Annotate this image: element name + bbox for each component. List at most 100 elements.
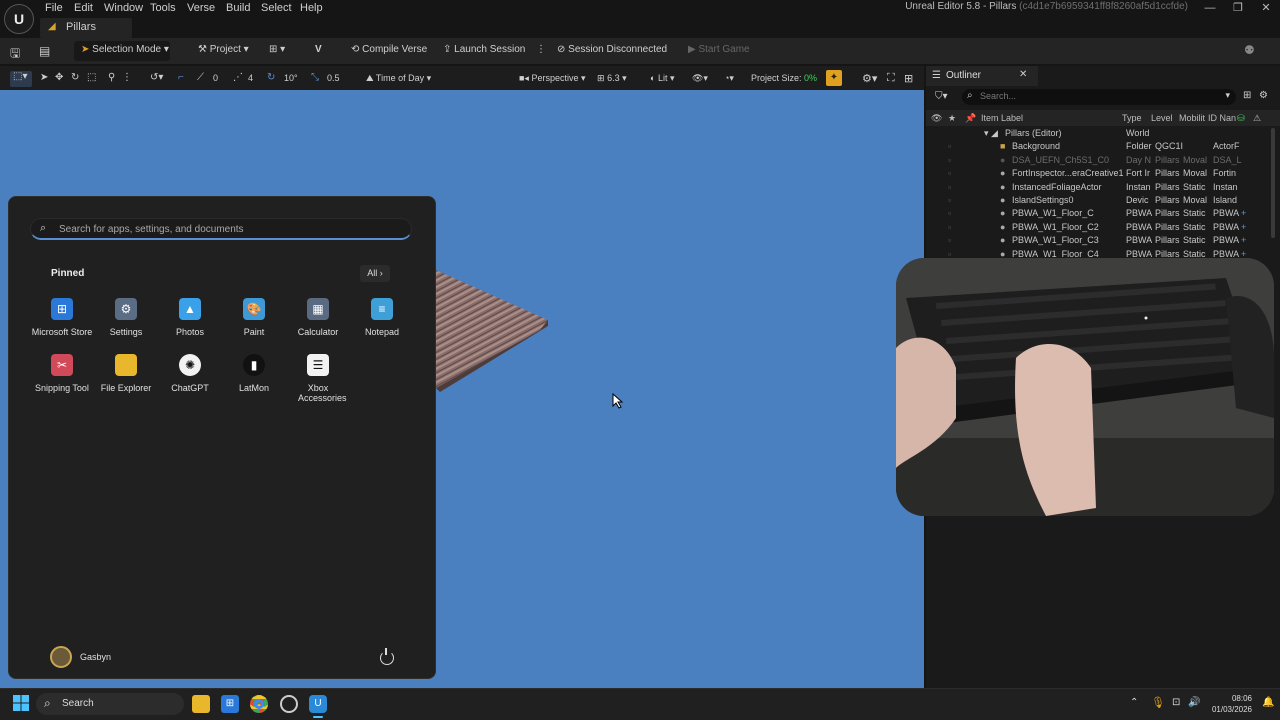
show-flags-icon[interactable]: 👁▾	[692, 73, 708, 84]
scale-icon[interactable]: ⬚	[87, 72, 96, 83]
add-icon[interactable]: +	[1241, 222, 1246, 232]
menu-verse[interactable]: Verse	[187, 2, 215, 14]
tab-outliner[interactable]: ☰ Outliner ✕	[926, 66, 1038, 86]
unreal-logo-icon[interactable]: U	[4, 4, 34, 34]
outliner-row[interactable]: ■ ▫ Background Folder QGC1I ActorF	[926, 141, 1270, 154]
grid-snap-value[interactable]: 0	[213, 73, 218, 83]
row-visibility-icon[interactable]: ▫	[948, 141, 951, 151]
settings-gear-icon[interactable]: ⚙	[1259, 90, 1268, 101]
outliner-row[interactable]: ● ▫ DSA_UEFN_Ch5S1_C0 Day N Pillars Moval DSA_…	[926, 155, 1270, 168]
content-browser-icon[interactable]: ▤	[39, 44, 50, 58]
menu-select[interactable]: Select	[261, 2, 292, 14]
project-dropdown[interactable]: ⚒ Project ▾	[191, 41, 256, 61]
transform-mode-icon[interactable]: ⬚▾	[10, 71, 32, 87]
row-visibility-icon[interactable]: ▫	[948, 155, 951, 165]
all-apps-button[interactable]: All ›	[360, 265, 390, 282]
rotation-snap-icon[interactable]: ↻	[267, 72, 275, 83]
row-visibility-icon[interactable]: ▫	[948, 182, 951, 192]
outliner-search-input[interactable]: ⌕ Search... ▾	[962, 89, 1236, 105]
windows-start-icon[interactable]	[13, 695, 29, 711]
pinned-app[interactable]: ▲ Photos	[158, 298, 222, 337]
menu-window[interactable]: Window	[104, 2, 143, 14]
pinned-app[interactable]: 🎨 Paint	[222, 298, 286, 337]
file-explorer-icon[interactable]	[192, 695, 210, 713]
verse-button[interactable]: V	[308, 41, 329, 61]
menu-build[interactable]: Build	[226, 2, 250, 14]
select-arrow-icon[interactable]: ➤	[40, 72, 48, 83]
pinned-app[interactable]: ▦ Calculator	[286, 298, 350, 337]
close-icon[interactable]: ✕	[1019, 69, 1027, 80]
menu-file[interactable]: File	[45, 2, 63, 14]
column-level[interactable]: Level	[1151, 113, 1173, 123]
column-type[interactable]: Type	[1122, 113, 1142, 123]
maximize-icon[interactable]: ❐	[1225, 1, 1251, 15]
user-account[interactable]: Gasbyn	[50, 646, 111, 671]
add-icon[interactable]: +	[1241, 208, 1246, 218]
compile-verse-button[interactable]: ⟲ Compile Verse	[344, 41, 434, 61]
chevron-up-icon[interactable]: ⌃	[1130, 697, 1138, 708]
favorite-icon[interactable]: ★	[948, 113, 956, 124]
realtime-toggle-icon[interactable]: ✦	[826, 70, 842, 86]
unreal-editor-taskbar-icon[interactable]: U	[309, 695, 327, 713]
start-game-button[interactable]: ▶ Start Game	[681, 41, 757, 61]
power-icon[interactable]	[380, 648, 394, 665]
selection-mode-dropdown[interactable]: ➤ Selection Mode ▾	[74, 41, 170, 61]
row-visibility-icon[interactable]: ▫	[948, 208, 951, 218]
column-item-label[interactable]: Item Label	[981, 113, 1023, 123]
source-control-icon[interactable]: ⛁	[1237, 113, 1245, 124]
menu-tools[interactable]: Tools	[150, 2, 176, 14]
menu-edit[interactable]: Edit	[74, 2, 93, 14]
minimize-icon[interactable]: —	[1197, 1, 1223, 15]
menu-help[interactable]: Help	[300, 2, 323, 14]
pinned-app[interactable]: ⊞ Microsoft Store	[30, 298, 94, 337]
filter-icon[interactable]: ⛉▾	[935, 91, 948, 102]
outliner-row[interactable]: ▾ ◢ Pillars (Editor) World	[926, 128, 1270, 141]
visibility-icon[interactable]: 👁	[931, 113, 942, 124]
pin-icon[interactable]: 📌	[965, 113, 976, 124]
column-mobility[interactable]: Mobilit	[1179, 113, 1205, 123]
clock[interactable]: 08:06 01/03/2026	[1212, 693, 1252, 715]
chatgpt-icon[interactable]	[280, 695, 298, 713]
microphone-icon[interactable]: 🎙	[1151, 696, 1165, 709]
snap-toggle-icon[interactable]: ⌐	[178, 72, 184, 83]
warning-icon[interactable]: ⚠	[1253, 113, 1261, 124]
tab-pillars[interactable]: ◢ Pillars	[40, 18, 132, 38]
view-mode-dropdown[interactable]: ◐ Lit ▾	[650, 73, 675, 84]
translate-icon[interactable]: ✥	[55, 72, 63, 83]
chrome-icon[interactable]	[250, 695, 268, 713]
maximize-viewport-icon[interactable]: ⛶	[887, 72, 895, 85]
notifications-icon[interactable]: 🔔	[1262, 697, 1274, 708]
pinned-app[interactable]: ⚙ Settings	[94, 298, 158, 337]
row-visibility-icon[interactable]: ▫	[948, 222, 951, 232]
rotate-icon[interactable]: ↻	[71, 72, 79, 83]
microsoft-store-icon[interactable]: ⊞	[221, 695, 239, 713]
camera-speed-dropdown[interactable]: ⊞ 6.3 ▾	[597, 73, 627, 84]
pinned-app[interactable]: ▮ LatMon	[222, 354, 286, 393]
column-id-name[interactable]: ID Nan	[1208, 113, 1236, 123]
floor-tile[interactable]	[436, 270, 548, 388]
outliner-row[interactable]: ● ▫ FortInspector...eraCreative1 Fort Ir Pil…	[926, 168, 1270, 181]
close-icon[interactable]: ✕	[1253, 1, 1279, 15]
row-visibility-icon[interactable]: ▫	[948, 235, 951, 245]
save-icon[interactable]: 🖫	[10, 44, 20, 65]
outliner-row[interactable]: ● ▫ InstancedFoliageActor Instan Pillars Stat…	[926, 182, 1270, 195]
taskbar-search[interactable]: ⌕ Search	[36, 693, 184, 715]
outliner-row[interactable]: ● ▫ PBWA_W1_Floor_C3 PBWA Pillars Static PBWA +	[926, 235, 1270, 248]
scale-snap-value[interactable]: 0.5	[327, 73, 340, 83]
launch-session-button[interactable]: ⇪ Launch Session	[436, 41, 532, 61]
coordinate-system-icon[interactable]: ⚲	[108, 72, 115, 83]
outliner-row[interactable]: ● ▫ PBWA_W1_Floor_C2 PBWA Pillars Static PBWA +	[926, 222, 1270, 235]
pinned-app[interactable]: ≡ Notepad	[350, 298, 414, 337]
layout-icon[interactable]: ⊞	[904, 72, 913, 85]
outliner-row[interactable]: ● ▫ PBWA_W1_Floor_C PBWA Pillars Static PBWA +	[926, 208, 1270, 221]
add-folder-icon[interactable]: ⊞	[1243, 90, 1251, 101]
outliner-row[interactable]: ● ▫ IslandSettings0 Devic Pillars Moval Island	[926, 195, 1270, 208]
perspective-dropdown[interactable]: ■◂ Perspective ▾	[519, 73, 586, 84]
network-icon[interactable]: ⊡	[1172, 697, 1180, 708]
volume-icon[interactable]: 🔊	[1188, 697, 1200, 708]
rotation-snap-value[interactable]: 10°	[284, 73, 298, 83]
session-status-button[interactable]: ⊘ Session Disconnected	[550, 41, 674, 61]
more-icon[interactable]: ⋮	[122, 72, 132, 83]
collaborators-icon[interactable]: ⚉	[1244, 43, 1255, 57]
time-of-day-dropdown[interactable]: ⛰ Time of Day ▾	[366, 73, 431, 84]
